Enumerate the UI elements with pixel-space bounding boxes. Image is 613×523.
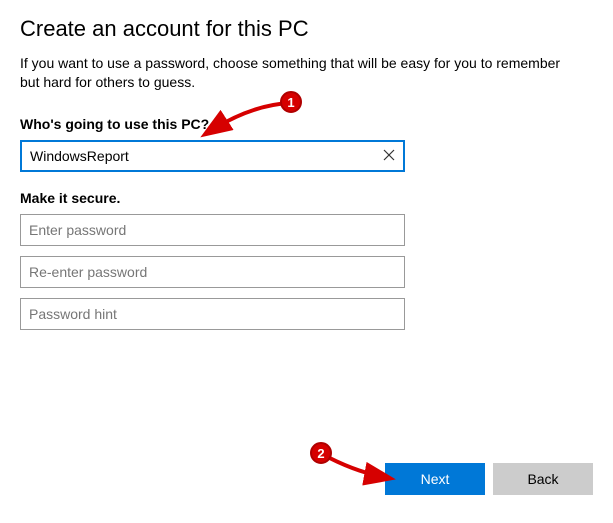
username-input[interactable] bbox=[20, 140, 405, 172]
annotation-badge-1: 1 bbox=[280, 91, 302, 113]
page-description: If you want to use a password, choose so… bbox=[20, 54, 580, 92]
username-label: Who's going to use this PC? bbox=[20, 116, 593, 132]
page-title: Create an account for this PC bbox=[20, 16, 593, 42]
confirm-password-input-wrap bbox=[20, 256, 405, 288]
next-button[interactable]: Next bbox=[385, 463, 485, 495]
password-hint-input-wrap bbox=[20, 298, 405, 330]
button-row: Next Back bbox=[385, 463, 593, 495]
annotation-badge-2: 2 bbox=[310, 442, 332, 464]
back-button[interactable]: Back bbox=[493, 463, 593, 495]
confirm-password-input[interactable] bbox=[20, 256, 405, 288]
secure-label: Make it secure. bbox=[20, 190, 593, 206]
username-input-wrap bbox=[20, 140, 405, 172]
password-input-wrap bbox=[20, 214, 405, 246]
password-hint-input[interactable] bbox=[20, 298, 405, 330]
password-input[interactable] bbox=[20, 214, 405, 246]
clear-icon[interactable] bbox=[381, 147, 399, 165]
